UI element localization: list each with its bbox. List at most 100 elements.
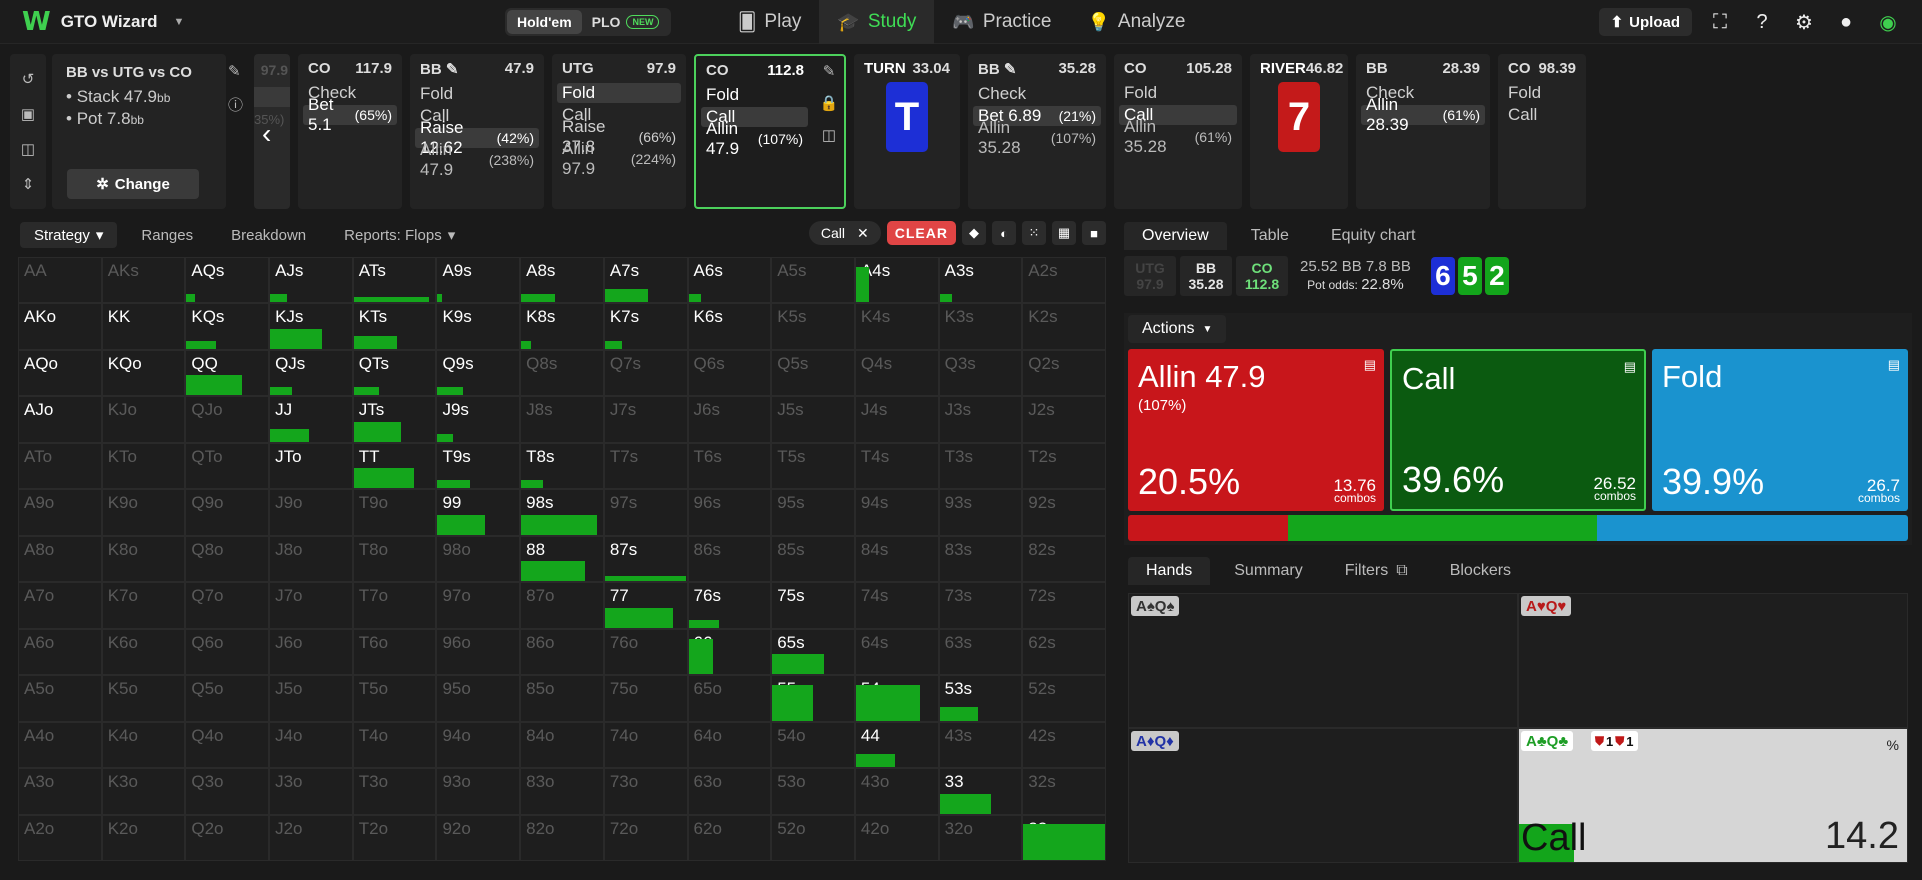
hand-cell[interactable]: 94o <box>436 721 521 769</box>
action-column[interactable]: BB 28.39 Check Allin 28.39 (61%) <box>1356 54 1490 209</box>
screenshot-icon[interactable]: ⛶ <box>1706 8 1734 36</box>
nav-study[interactable]: 🎓 Study <box>819 0 935 44</box>
hand-cell[interactable]: 85o <box>520 675 604 722</box>
hand-cell[interactable]: T2o <box>352 814 437 861</box>
hand-cell[interactable]: 85s <box>771 535 855 583</box>
hand-cell[interactable]: J3o <box>269 768 353 815</box>
hand-cell[interactable]: 74o <box>603 721 688 769</box>
action-tile[interactable]: Allin 47.9 (107%) 20.5% 13.76 combos ▤ <box>1128 349 1384 511</box>
hand-cell[interactable]: 98s <box>520 489 604 536</box>
tab-blockers[interactable]: Blockers <box>1432 557 1529 585</box>
app-logo[interactable]: W GTO Wizard ▼ <box>22 0 184 44</box>
hand-cell[interactable]: T9s <box>436 442 521 490</box>
tab-breakdown[interactable]: Breakdown <box>217 222 320 248</box>
action-column[interactable]: TURN 33.04 T <box>854 54 960 209</box>
hand-cell[interactable]: A7s <box>603 257 688 304</box>
save-icon[interactable]: ▣ <box>21 105 35 123</box>
action-column[interactable]: CO 98.39 Fold Call <box>1498 54 1586 209</box>
hand-cell[interactable]: 97s <box>603 489 688 536</box>
hand-cell[interactable]: 53s <box>938 675 1023 722</box>
hand-cell[interactable]: 72s <box>1022 582 1106 629</box>
hand-cell[interactable]: QJs <box>269 349 353 397</box>
hand-cell[interactable]: 96s <box>687 489 772 536</box>
hand-cell[interactable]: T3s <box>938 442 1023 490</box>
document-icon[interactable]: ▤ <box>1888 357 1900 373</box>
hand-cell[interactable]: K5o <box>101 675 186 722</box>
hand-cell[interactable]: Q8s <box>520 349 604 397</box>
hand-cell[interactable]: Q4o <box>185 721 270 769</box>
hand-cell[interactable]: T3o <box>352 768 437 815</box>
filter-chip[interactable]: Call ✕ <box>808 221 881 245</box>
hand-cell[interactable]: 95o <box>436 675 521 722</box>
hand-cell[interactable]: K3o <box>101 768 186 815</box>
hand-cell[interactable]: A4s <box>854 257 939 304</box>
action-column[interactable]: RIVER 46.82 7 <box>1250 54 1348 209</box>
hand-cell[interactable]: J5o <box>269 675 353 722</box>
close-icon[interactable]: ✕ <box>857 225 869 242</box>
hand-cell[interactable]: T5s <box>771 442 855 490</box>
hand-cell[interactable]: 32s <box>1022 768 1106 815</box>
pencil-icon[interactable]: ✎ <box>228 62 243 80</box>
hand-combo-cell[interactable]: A♥Q♥ <box>1519 594 1907 727</box>
hand-cell[interactable]: Q6s <box>687 349 772 397</box>
hand-cell[interactable]: 53o <box>771 768 855 815</box>
upload-button[interactable]: ⬆ Upload <box>1598 8 1692 36</box>
hand-cell[interactable]: 87o <box>520 582 604 629</box>
hand-cell[interactable]: 54s <box>854 675 939 722</box>
hand-cell[interactable]: A9s <box>436 257 521 304</box>
hand-cell[interactable]: Q2s <box>1022 349 1106 397</box>
hand-cell[interactable]: K8o <box>101 535 186 583</box>
hand-cell[interactable]: A2s <box>1022 257 1106 304</box>
hand-cell[interactable]: 65o <box>687 675 772 722</box>
hand-cell[interactable]: A2o <box>18 814 102 861</box>
hand-cell[interactable]: J4s <box>854 396 939 443</box>
hand-cell[interactable]: 44 <box>854 721 939 769</box>
hand-cell[interactable]: A6s <box>687 257 772 304</box>
nav-practice[interactable]: 🎮 Practice <box>934 0 1069 44</box>
wizard-avatar-icon[interactable]: ◉ <box>1874 8 1902 36</box>
nav-play[interactable]: 🂠 Play <box>720 0 819 44</box>
percent-toggle[interactable]: % <box>1887 737 1899 753</box>
hand-cell[interactable]: A4o <box>18 721 102 769</box>
hand-cell[interactable]: J5s <box>771 396 855 443</box>
hand-cell[interactable]: 86o <box>520 628 604 676</box>
gear-icon[interactable]: ⚙ <box>1790 8 1818 36</box>
hand-cell[interactable]: QJo <box>185 396 270 443</box>
hand-cell[interactable]: JTo <box>269 442 353 490</box>
hand-cell[interactable]: 73s <box>938 582 1023 629</box>
action-column[interactable]: CO 117.9 Check Bet 5.1 (65%) <box>298 54 402 209</box>
hand-cell[interactable]: 65s <box>771 628 855 676</box>
change-button[interactable]: ✲ Change <box>67 169 199 199</box>
hand-cell[interactable]: 54o <box>771 721 855 769</box>
hand-cell[interactable]: KK <box>101 303 186 350</box>
hand-cell[interactable]: Q6o <box>185 628 270 676</box>
compact-icon[interactable]: ⁙ <box>1022 221 1046 245</box>
hand-cell[interactable]: AQo <box>18 349 102 397</box>
hand-cell[interactable]: 88 <box>520 535 604 583</box>
action-option[interactable]: Allin 97.9 (224%) <box>557 139 681 178</box>
hand-cell[interactable]: 62s <box>1022 628 1106 676</box>
hand-cell[interactable]: 22 <box>1022 814 1106 861</box>
action-option[interactable]: Bet 5.1 (65%) <box>303 95 397 134</box>
hand-cell[interactable]: KTo <box>101 442 186 490</box>
action-tile[interactable]: Call 39.6% 26.52 combos ▤ <box>1390 349 1646 511</box>
hand-cell[interactable]: KQs <box>185 303 270 350</box>
hand-cell[interactable]: A5o <box>18 675 102 722</box>
hand-cell[interactable]: 74s <box>854 582 939 629</box>
hand-cell[interactable]: KJo <box>101 396 186 443</box>
hand-cell[interactable]: ATo <box>18 442 102 490</box>
hand-cell[interactable]: Q7o <box>185 582 270 629</box>
action-column[interactable]: UTG 97.9 Fold Call Raise 37.8 (66%) Allin 97.9… <box>552 54 686 209</box>
hand-cell[interactable]: JJ <box>269 396 353 443</box>
compare-icon[interactable]: ◫ <box>822 126 836 144</box>
hand-cell[interactable]: 43o <box>854 768 939 815</box>
hand-cell[interactable]: K9o <box>101 489 186 536</box>
hand-cell[interactable]: 97o <box>436 582 521 629</box>
hand-cell[interactable]: 76s <box>687 582 772 629</box>
hand-cell[interactable]: Q2o <box>185 814 270 861</box>
user-icon[interactable]: ● <box>1832 8 1860 36</box>
hand-cell[interactable]: A8s <box>520 257 604 304</box>
tab-summary[interactable]: Summary <box>1216 557 1320 585</box>
player-box[interactable]: CO 112.8 <box>1236 256 1288 296</box>
hand-cell[interactable]: T4o <box>352 721 437 769</box>
